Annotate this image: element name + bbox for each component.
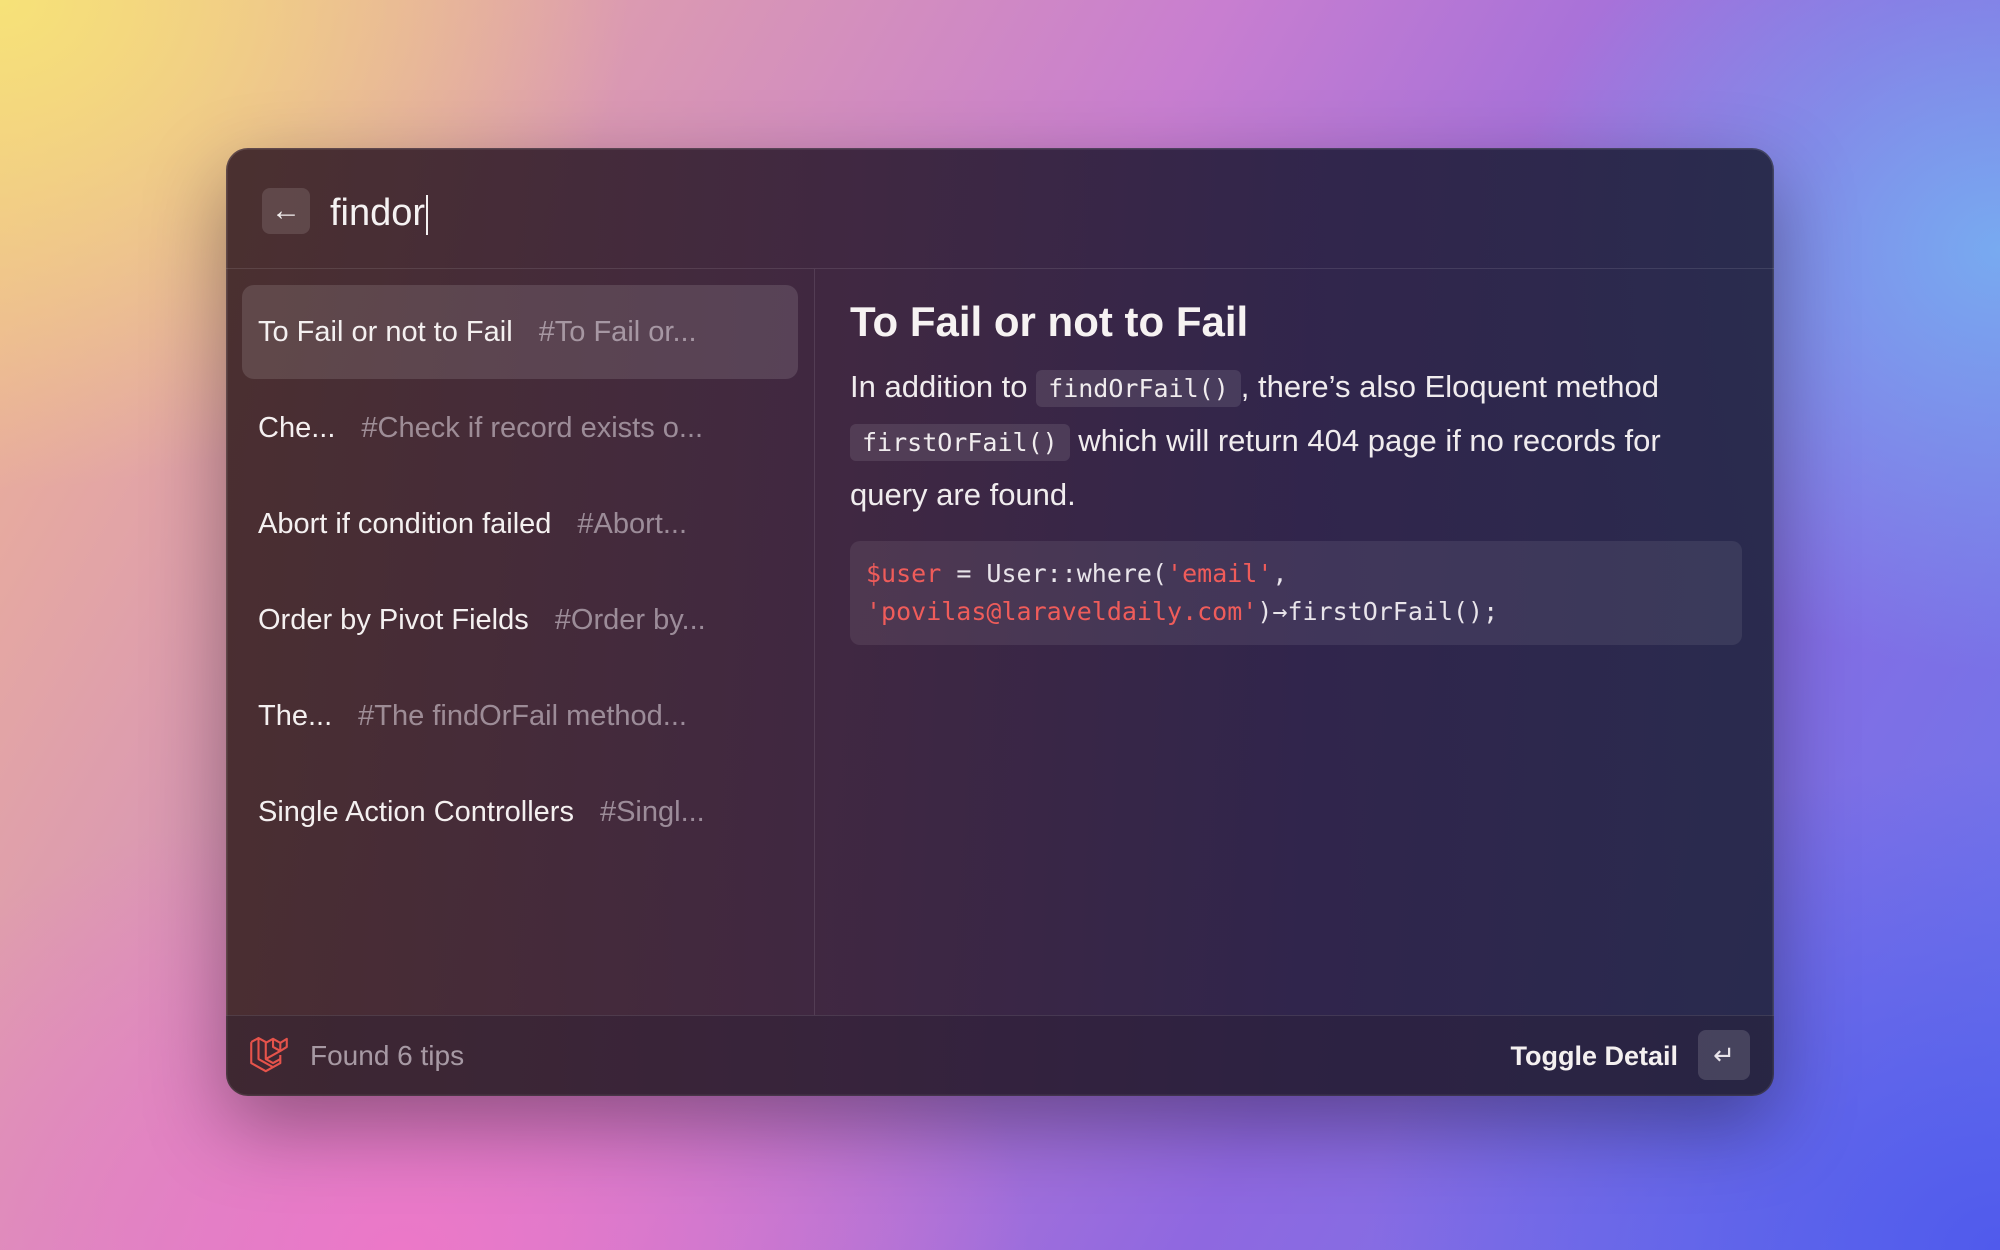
list-item-order-pivot[interactable]: Order by Pivot Fields #Order by...	[242, 573, 798, 667]
command-palette-window: ← findor To Fail or not to Fail #To Fail…	[226, 148, 1774, 1096]
list-item-subtitle: #To Fail or...	[538, 315, 697, 348]
search-header: ← findor	[226, 148, 1774, 269]
search-input-value: findor	[330, 192, 426, 234]
list-item-findorfail-method[interactable]: The... #The findOrFail method...	[242, 669, 798, 763]
code-string: 'povilas@laraveldaily.com'	[866, 597, 1258, 626]
code-line-2: 'povilas@laraveldaily.com')→firstOrFail(…	[866, 593, 1726, 631]
code-line-1: $user = User::where('email',	[866, 555, 1726, 593]
code-variable: $user	[866, 559, 942, 588]
list-item-subtitle: #Abort...	[577, 507, 688, 540]
list-item-subtitle: #Singl...	[599, 795, 705, 828]
detail-text-segment: In addition to	[850, 369, 1037, 404]
search-input[interactable]: findor	[330, 188, 429, 238]
list-item-subtitle: #The findOrFail method...	[358, 699, 687, 732]
back-button[interactable]: ←	[262, 188, 310, 234]
detail-description: In addition to findOrFail(), there’s als…	[850, 361, 1740, 521]
text-caret	[426, 194, 429, 235]
list-item-title: Order by Pivot Fields	[258, 603, 529, 636]
toggle-detail-label[interactable]: Toggle Detail	[1510, 1036, 1678, 1076]
detail-title: To Fail or not to Fail	[850, 298, 1249, 345]
detail-panel: To Fail or not to Fail In addition to fi…	[816, 269, 1774, 1015]
code-text: )→firstOrFail();	[1257, 597, 1499, 626]
footer-bar: Found 6 tips Toggle Detail ↵	[226, 1015, 1774, 1096]
list-item-to-fail[interactable]: To Fail or not to Fail #To Fail or...	[242, 285, 798, 379]
inline-code-firstorfail: firstOrFail()	[850, 424, 1070, 461]
code-text: ,	[1272, 559, 1288, 588]
return-key-icon: ↵	[1713, 1039, 1735, 1070]
list-item-single-action[interactable]: Single Action Controllers #Singl...	[242, 765, 798, 859]
code-text: = User::where(	[941, 559, 1168, 588]
list-item-check-exists[interactable]: Che... #Check if record exists o...	[242, 381, 798, 475]
list-item-abort[interactable]: Abort if condition failed #Abort...	[242, 477, 798, 571]
list-item-title: Che...	[258, 411, 336, 444]
code-string: 'email'	[1167, 559, 1273, 588]
results-count: Found 6 tips	[310, 1040, 465, 1071]
detail-text-segment: , there’s also Eloquent method	[1240, 369, 1659, 404]
list-item-title: To Fail or not to Fail	[258, 315, 513, 348]
list-item-title: Single Action Controllers	[258, 795, 574, 828]
laravel-logo-icon	[250, 1036, 288, 1073]
toggle-detail-button[interactable]: ↵	[1698, 1030, 1750, 1080]
list-item-subtitle: #Check if record exists o...	[361, 411, 704, 444]
arrow-left-icon: ←	[271, 194, 301, 227]
list-item-subtitle: #Order by...	[554, 603, 706, 636]
list-item-title: Abort if condition failed	[258, 507, 552, 540]
inline-code-findorfail: findOrFail()	[1036, 370, 1241, 407]
results-list: To Fail or not to Fail #To Fail or... Ch…	[226, 269, 815, 1015]
list-item-title: The...	[258, 699, 333, 732]
code-block: $user = User::where('email', 'povilas@la…	[850, 541, 1742, 645]
